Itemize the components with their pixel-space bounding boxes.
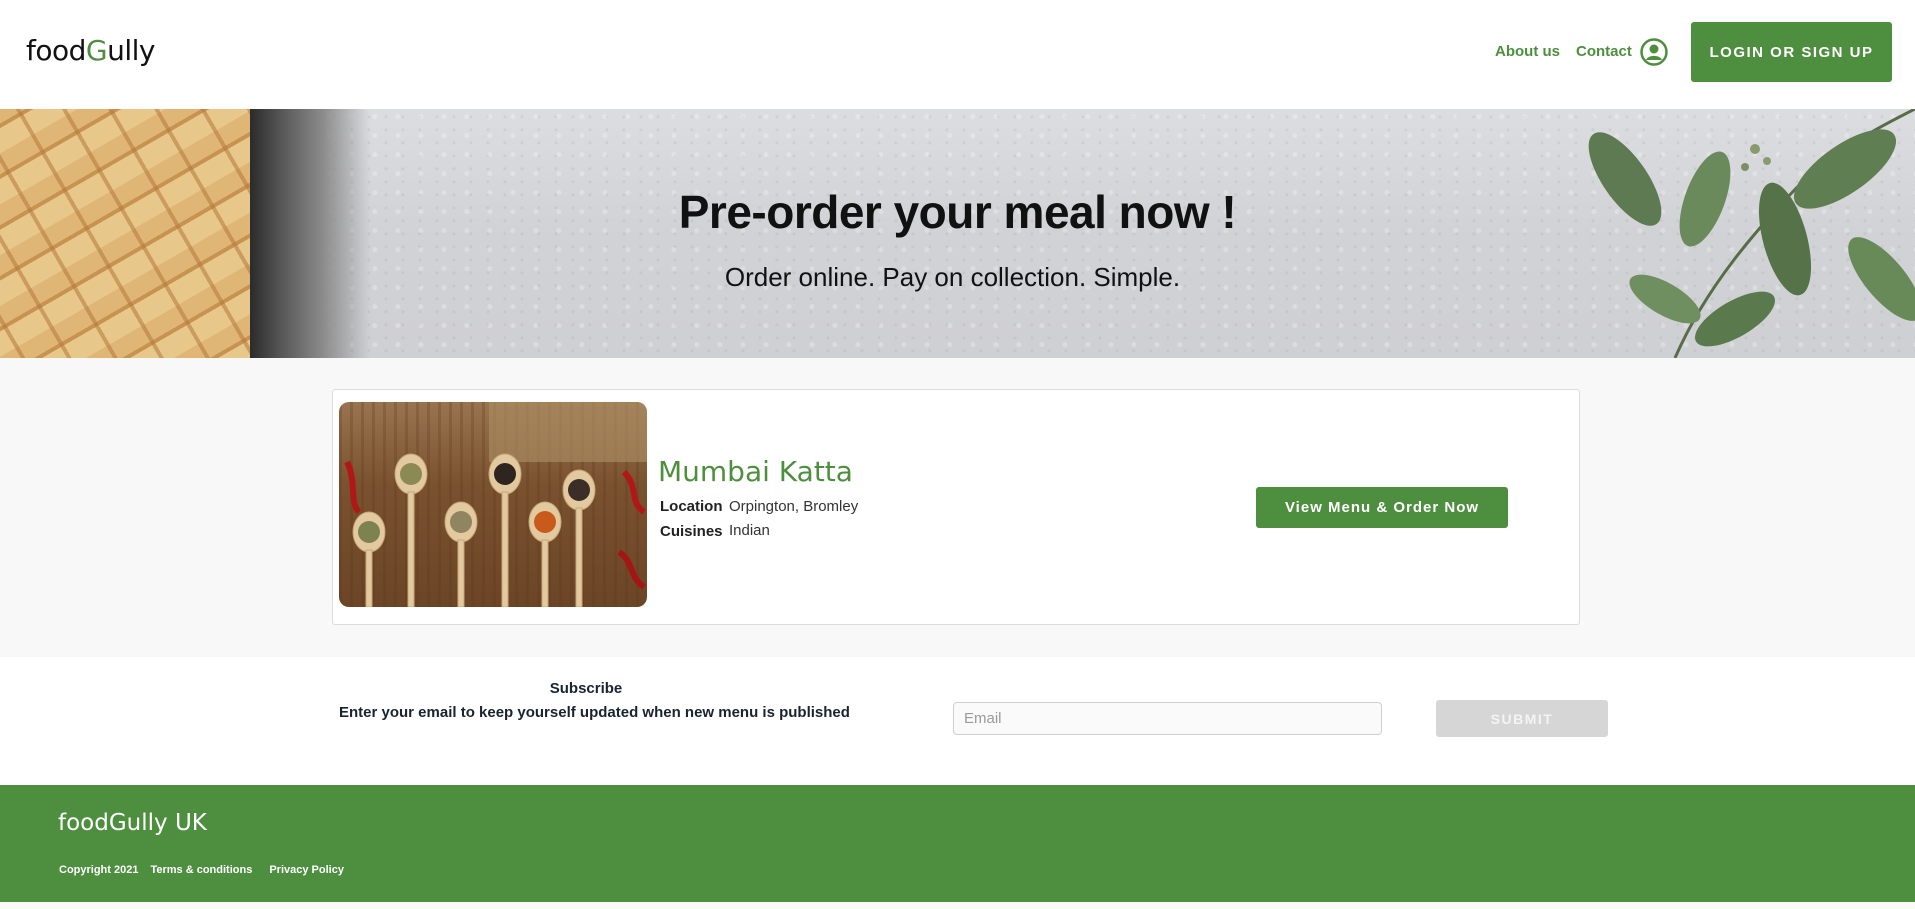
view-menu-order-button[interactable]: View Menu & Order Now [1256, 487, 1508, 528]
logo-text-ully: ully [107, 34, 155, 67]
hero-title: Pre-order your meal now ! [678, 186, 1237, 238]
logo[interactable]: foodGully [26, 34, 155, 67]
logo-text-g: G [85, 34, 108, 67]
subscribe-title: Subscribe [549, 680, 623, 697]
footer-brand: foodGully UK [58, 810, 207, 836]
restaurant-image [339, 402, 647, 607]
bottom-strip [0, 902, 1915, 909]
hero-subtitle: Order online. Pay on collection. Simple. [724, 262, 1181, 292]
site-header: foodGully About us Contact LOGIN OR SIGN… [0, 0, 1915, 109]
user-circle-icon[interactable] [1640, 38, 1668, 66]
login-signup-button[interactable]: LOGIN OR SIGN UP [1691, 22, 1892, 82]
hero-banner: Pre-order your meal now ! Order online. … [0, 109, 1915, 358]
logo-text-food: food [26, 34, 86, 67]
privacy-link[interactable]: Privacy Policy [269, 864, 344, 876]
cuisines-label: Cuisines [660, 523, 723, 540]
subscribe-text: Enter your email to keep yourself update… [339, 704, 850, 721]
footer-links: Copyright 2021 Terms & conditions Privac… [59, 864, 361, 876]
terms-link[interactable]: Terms & conditions [150, 864, 252, 876]
site-footer [0, 785, 1915, 902]
location-label: Location [660, 498, 723, 515]
location-value: Orpington, Bromley [729, 498, 859, 515]
cuisines-value: Indian [729, 522, 770, 539]
copyright-text: Copyright 2021 [59, 864, 139, 876]
email-input[interactable] [953, 702, 1382, 735]
submit-button[interactable]: SUBMIT [1436, 700, 1608, 737]
nav-contact-link[interactable]: Contact [1576, 43, 1632, 60]
restaurant-name[interactable]: Mumbai Katta [658, 455, 853, 488]
nav-about-link[interactable]: About us [1495, 43, 1560, 60]
